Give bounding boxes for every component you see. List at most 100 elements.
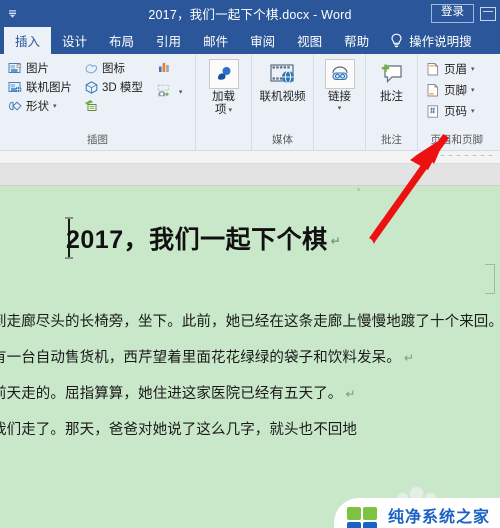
group-label-media: 媒体 bbox=[272, 134, 293, 146]
ruler-tick-marks bbox=[417, 155, 492, 156]
shapes-label: 形状 bbox=[26, 101, 49, 113]
online-video-button[interactable]: 联机视频 bbox=[257, 57, 308, 104]
ribbon-group-media: 联机视频 媒体 bbox=[252, 54, 314, 150]
word-window: 2017，我们一起下个棋.docx - Word 登录 插入 设计 布局 引用 … bbox=[0, 0, 500, 528]
horizontal-ruler[interactable] bbox=[0, 151, 500, 164]
document-paragraph-3[interactable]: 前天走的。屈指算算，她住进这家医院已经有五天了。 ↵ bbox=[0, 382, 356, 403]
restore-window-icon[interactable] bbox=[480, 6, 496, 21]
watermark-text: 纯净系统之家 www.ycwjzy.com bbox=[388, 508, 491, 528]
window-title: 2017，我们一起下个棋.docx - Word bbox=[148, 8, 352, 22]
page-number-button[interactable]: 页码 ▾ bbox=[423, 102, 478, 120]
tab-design[interactable]: 设计 bbox=[51, 27, 98, 54]
ribbon-group-addins: 加载 项 ▾ bbox=[196, 54, 252, 150]
tab-review[interactable]: 审阅 bbox=[239, 27, 286, 54]
document-paragraph-2[interactable]: 有一台自动售货机，西芹望着里面花花绿绿的袋子和饮料发呆。 ↵ bbox=[0, 346, 414, 367]
screenshot-icon bbox=[157, 84, 172, 99]
online-pictures-label: 联机图片 bbox=[26, 82, 72, 94]
tell-me-search-input[interactable]: 操作说明搜 bbox=[407, 27, 474, 54]
add-ins-icon bbox=[208, 59, 239, 89]
ribbon-group-illustrations: 图片 联机图片 形状 ▾ 图标 3D 模型 ▾ 插图 bbox=[0, 54, 196, 150]
3d-model-label: 3D 模型 bbox=[102, 82, 143, 94]
paragraph-mark-icon: ↵ bbox=[403, 351, 414, 366]
shapes-button[interactable]: 形状 ▾ bbox=[5, 97, 75, 115]
chart-button[interactable] bbox=[154, 59, 186, 76]
group-label-addins bbox=[201, 147, 246, 150]
online-video-label: 联机视频 bbox=[259, 91, 306, 103]
tab-view[interactable]: 视图 bbox=[286, 27, 333, 54]
chevron-down-icon[interactable]: ▾ bbox=[338, 105, 342, 112]
header-label: 页眉 bbox=[444, 64, 467, 76]
lightbulb-icon[interactable] bbox=[380, 27, 407, 54]
title-bar-right: 登录 bbox=[431, 0, 496, 27]
new-comment-label: 批注 bbox=[380, 91, 403, 103]
document-paragraph-1[interactable]: 到走廊尽头的长椅旁，坐下。此前，她已经在这条走廊上慢慢地踱了十个来回。 bbox=[0, 310, 500, 331]
add-ins-label-line2: 项 bbox=[214, 103, 227, 116]
paragraph-2-text: 有一台自动售货机，西芹望着里面花花绿绿的袋子和饮料发呆。 bbox=[0, 350, 401, 366]
insert-picture-button[interactable]: 图片 bbox=[5, 59, 75, 77]
page-edge-marker bbox=[485, 264, 495, 294]
margin-dot bbox=[357, 188, 360, 191]
document-heading[interactable]: 2017，我们一起下个棋 ↵ bbox=[66, 220, 341, 256]
tab-help[interactable]: 帮助 bbox=[333, 27, 380, 54]
illustrations-column-2: 图标 3D 模型 bbox=[81, 57, 146, 114]
quick-access-toolbar[interactable] bbox=[0, 0, 19, 27]
quick-access-dropdown-icon[interactable] bbox=[6, 7, 19, 20]
paragraph-mark-icon: ↵ bbox=[345, 387, 356, 402]
chart-icon bbox=[157, 60, 172, 75]
footer-button[interactable]: 页脚 ▾ bbox=[423, 81, 478, 99]
3d-model-icon bbox=[84, 80, 99, 95]
icons-icon bbox=[84, 61, 99, 76]
document-heading-text: 2017，我们一起下个棋 bbox=[66, 226, 328, 254]
group-label-comments: 批注 bbox=[381, 134, 402, 146]
chevron-down-icon[interactable]: ▾ bbox=[179, 88, 183, 96]
picture-icon bbox=[8, 61, 23, 76]
ribbon-group-header-footer: 页眉 ▾ 页脚 ▾ 页码 ▾ 页眉和页脚 bbox=[418, 54, 500, 150]
online-video-icon bbox=[268, 59, 298, 89]
chevron-down-icon[interactable]: ▾ bbox=[471, 65, 475, 73]
smartart-button[interactable] bbox=[81, 97, 146, 114]
screenshot-button[interactable]: ▾ bbox=[154, 83, 186, 100]
new-comment-button[interactable]: 批注 bbox=[371, 57, 412, 104]
insert-picture-label: 图片 bbox=[26, 63, 49, 75]
ribbon-group-links: 链接 ▾ bbox=[314, 54, 366, 150]
tab-references[interactable]: 引用 bbox=[145, 27, 192, 54]
header-button[interactable]: 页眉 ▾ bbox=[423, 60, 478, 78]
document-paragraph-4[interactable]: 我们走了。那天，爸爸对她说了这么几字，就头也不回地 bbox=[0, 418, 357, 439]
ribbon-tab-bar: 插入 设计 布局 引用 邮件 审阅 视图 帮助 操作说明搜 bbox=[0, 27, 500, 54]
icons-label: 图标 bbox=[102, 63, 125, 75]
icons-button[interactable]: 图标 bbox=[81, 59, 146, 77]
group-label-header-footer: 页眉和页脚 bbox=[430, 134, 484, 146]
smartart-icon bbox=[84, 98, 99, 113]
page-number-label: 页码 bbox=[444, 106, 467, 118]
tab-mailings[interactable]: 邮件 bbox=[192, 27, 239, 54]
chevron-down-icon[interactable]: ▾ bbox=[471, 107, 475, 115]
ribbon: 图片 联机图片 形状 ▾ 图标 3D 模型 ▾ 插图 加载 项 ▾ 联机视频 媒… bbox=[0, 54, 500, 151]
watermark-logo-icon bbox=[347, 507, 381, 528]
link-button[interactable]: 链接 ▾ bbox=[319, 57, 360, 112]
document-top-margin bbox=[0, 164, 500, 186]
ribbon-group-comments: 批注 批注 bbox=[366, 54, 418, 150]
online-pictures-button[interactable]: 联机图片 bbox=[5, 78, 75, 96]
group-label-links bbox=[319, 147, 360, 150]
add-ins-label-line1: 加载 bbox=[212, 91, 235, 103]
sign-in-button[interactable]: 登录 bbox=[431, 4, 474, 23]
chevron-down-icon[interactable]: ▾ bbox=[53, 102, 57, 110]
add-ins-button[interactable]: 加载 项 ▾ bbox=[201, 57, 246, 117]
3d-model-button[interactable]: 3D 模型 bbox=[81, 78, 146, 96]
watermark-badge: 纯净系统之家 www.ycwjzy.com bbox=[334, 498, 500, 528]
chevron-down-icon[interactable]: ▾ bbox=[471, 86, 475, 94]
page-number-icon bbox=[426, 104, 441, 119]
document-canvas[interactable]: 2017，我们一起下个棋 ↵ 到走廊尽头的长椅旁，坐下。此前，她已经在这条走廊上慢… bbox=[0, 186, 500, 528]
paragraph-mark-icon: ↵ bbox=[330, 234, 342, 249]
tab-insert[interactable]: 插入 bbox=[4, 27, 52, 54]
chevron-down-icon[interactable]: ▾ bbox=[228, 107, 232, 114]
paragraph-3-text: 前天走的。屈指算算，她住进这家医院已经有五天了。 bbox=[0, 386, 343, 402]
paragraph-4-text: 我们走了。那天，爸爸对她说了这么几字，就头也不回地 bbox=[0, 422, 357, 438]
link-label: 链接 bbox=[328, 91, 351, 103]
title-bar: 2017，我们一起下个棋.docx - Word 登录 bbox=[0, 0, 500, 27]
header-footer-column: 页眉 ▾ 页脚 ▾ 页码 ▾ bbox=[423, 57, 478, 120]
new-comment-icon bbox=[377, 59, 407, 89]
watermark-title: 纯净系统之家 bbox=[388, 508, 491, 526]
tab-layout[interactable]: 布局 bbox=[98, 27, 145, 54]
shapes-icon bbox=[8, 99, 23, 114]
